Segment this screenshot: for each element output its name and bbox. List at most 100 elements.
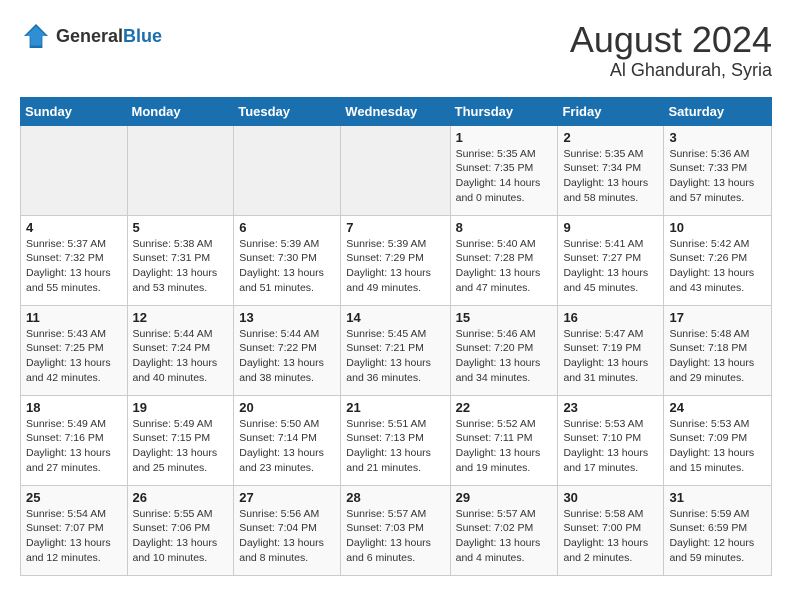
logo-text-general: General <box>56 26 123 46</box>
calendar-day-cell: 13 Sunrise: 5:44 AMSunset: 7:22 PMDayligh… <box>234 305 341 395</box>
day-detail: Sunrise: 5:47 AMSunset: 7:19 PMDaylight:… <box>563 327 658 386</box>
calendar-day-cell: 27Sunrise: 5:56 AMSunset: 7:04 PMDayligh… <box>234 485 341 575</box>
day-number: 12 <box>133 310 229 325</box>
day-number: 26 <box>133 490 229 505</box>
calendar-day-cell: 24 Sunrise: 5:53 AMSunset: 7:09 PMDayligh… <box>664 395 772 485</box>
day-number: 14 <box>346 310 444 325</box>
day-detail: Sunrise: 5:55 AMSunset: 7:06 PMDaylight:… <box>133 507 229 566</box>
calendar-day-cell: 31Sunrise: 5:59 AMSunset: 6:59 PMDayligh… <box>664 485 772 575</box>
calendar-week-row: 25 Sunrise: 5:54 AMSunset: 7:07 PMDayligh… <box>21 485 772 575</box>
main-title: August 2024 <box>570 20 772 60</box>
calendar-day-cell: 22 Sunrise: 5:52 AMSunset: 7:11 PMDayligh… <box>450 395 558 485</box>
title-block: August 2024 Al Ghandurah, Syria <box>570 20 772 81</box>
calendar-week-row: 1 Sunrise: 5:35 AMSunset: 7:35 PMDaylight… <box>21 125 772 215</box>
day-number: 20 <box>239 400 335 415</box>
calendar-day-cell: 20 Sunrise: 5:50 AMSunset: 7:14 PMDayligh… <box>234 395 341 485</box>
calendar-week-row: 18 Sunrise: 5:49 AMSunset: 7:16 PMDayligh… <box>21 395 772 485</box>
calendar-table: SundayMondayTuesdayWednesdayThursdayFrid… <box>20 97 772 576</box>
day-detail: Sunrise: 5:41 AMSunset: 7:27 PMDaylight:… <box>563 237 658 296</box>
calendar-header-cell: Sunday <box>21 97 128 125</box>
calendar-day-cell: 7 Sunrise: 5:39 AMSunset: 7:29 PMDaylight… <box>341 215 450 305</box>
day-number: 13 <box>239 310 335 325</box>
calendar-day-cell: 9 Sunrise: 5:41 AMSunset: 7:27 PMDaylight… <box>558 215 664 305</box>
day-detail: Sunrise: 5:46 AMSunset: 7:20 PMDaylight:… <box>456 327 553 386</box>
day-number: 30 <box>563 490 658 505</box>
day-number: 7 <box>346 220 444 235</box>
day-number: 24 <box>669 400 766 415</box>
calendar-day-cell <box>127 125 234 215</box>
day-number: 21 <box>346 400 444 415</box>
day-number: 15 <box>456 310 553 325</box>
calendar-day-cell: 5 Sunrise: 5:38 AMSunset: 7:31 PMDaylight… <box>127 215 234 305</box>
calendar-header-cell: Wednesday <box>341 97 450 125</box>
calendar-day-cell: 25 Sunrise: 5:54 AMSunset: 7:07 PMDayligh… <box>21 485 128 575</box>
calendar-header-cell: Thursday <box>450 97 558 125</box>
day-detail: Sunrise: 5:49 AMSunset: 7:16 PMDaylight:… <box>26 417 122 476</box>
calendar-day-cell: 6 Sunrise: 5:39 AMSunset: 7:30 PMDaylight… <box>234 215 341 305</box>
day-detail: Sunrise: 5:44 AMSunset: 7:24 PMDaylight:… <box>133 327 229 386</box>
day-detail: Sunrise: 5:39 AMSunset: 7:30 PMDaylight:… <box>239 237 335 296</box>
day-number: 11 <box>26 310 122 325</box>
calendar-day-cell <box>234 125 341 215</box>
day-detail: Sunrise: 5:36 AMSunset: 7:33 PMDaylight:… <box>669 147 766 206</box>
day-number: 16 <box>563 310 658 325</box>
day-detail: Sunrise: 5:40 AMSunset: 7:28 PMDaylight:… <box>456 237 553 296</box>
subtitle: Al Ghandurah, Syria <box>570 60 772 81</box>
logo: GeneralBlue <box>20 20 162 52</box>
calendar-header-cell: Friday <box>558 97 664 125</box>
day-detail: Sunrise: 5:35 AMSunset: 7:35 PMDaylight:… <box>456 147 553 206</box>
calendar-day-cell: 2 Sunrise: 5:35 AMSunset: 7:34 PMDaylight… <box>558 125 664 215</box>
calendar-day-cell: 30 Sunrise: 5:58 AMSunset: 7:00 PMDayligh… <box>558 485 664 575</box>
day-detail: Sunrise: 5:45 AMSunset: 7:21 PMDaylight:… <box>346 327 444 386</box>
logo-icon <box>20 20 52 52</box>
day-detail: Sunrise: 5:38 AMSunset: 7:31 PMDaylight:… <box>133 237 229 296</box>
calendar-day-cell: 29 Sunrise: 5:57 AMSunset: 7:02 PMDayligh… <box>450 485 558 575</box>
logo-text-blue: Blue <box>123 26 162 46</box>
day-detail: Sunrise: 5:42 AMSunset: 7:26 PMDaylight:… <box>669 237 766 296</box>
calendar-day-cell: 1 Sunrise: 5:35 AMSunset: 7:35 PMDaylight… <box>450 125 558 215</box>
day-number: 18 <box>26 400 122 415</box>
day-detail: Sunrise: 5:51 AMSunset: 7:13 PMDaylight:… <box>346 417 444 476</box>
day-number: 6 <box>239 220 335 235</box>
day-number: 3 <box>669 130 766 145</box>
calendar-day-cell: 28Sunrise: 5:57 AMSunset: 7:03 PMDayligh… <box>341 485 450 575</box>
calendar-day-cell: 4Sunrise: 5:37 AMSunset: 7:32 PMDaylight… <box>21 215 128 305</box>
day-detail: Sunrise: 5:43 AMSunset: 7:25 PMDaylight:… <box>26 327 122 386</box>
calendar-day-cell: 26 Sunrise: 5:55 AMSunset: 7:06 PMDayligh… <box>127 485 234 575</box>
calendar-header-cell: Monday <box>127 97 234 125</box>
day-number: 10 <box>669 220 766 235</box>
day-number: 23 <box>563 400 658 415</box>
day-number: 25 <box>26 490 122 505</box>
day-detail: Sunrise: 5:48 AMSunset: 7:18 PMDaylight:… <box>669 327 766 386</box>
calendar-day-cell: 17Sunrise: 5:48 AMSunset: 7:18 PMDayligh… <box>664 305 772 395</box>
calendar-header-cell: Tuesday <box>234 97 341 125</box>
day-number: 22 <box>456 400 553 415</box>
calendar-day-cell: 3 Sunrise: 5:36 AMSunset: 7:33 PMDaylight… <box>664 125 772 215</box>
day-detail: Sunrise: 5:39 AMSunset: 7:29 PMDaylight:… <box>346 237 444 296</box>
calendar-week-row: 4Sunrise: 5:37 AMSunset: 7:32 PMDaylight… <box>21 215 772 305</box>
calendar-day-cell: 15 Sunrise: 5:46 AMSunset: 7:20 PMDayligh… <box>450 305 558 395</box>
day-detail: Sunrise: 5:53 AMSunset: 7:10 PMDaylight:… <box>563 417 658 476</box>
day-number: 5 <box>133 220 229 235</box>
day-number: 29 <box>456 490 553 505</box>
day-detail: Sunrise: 5:57 AMSunset: 7:02 PMDaylight:… <box>456 507 553 566</box>
day-number: 8 <box>456 220 553 235</box>
day-detail: Sunrise: 5:58 AMSunset: 7:00 PMDaylight:… <box>563 507 658 566</box>
day-detail: Sunrise: 5:52 AMSunset: 7:11 PMDaylight:… <box>456 417 553 476</box>
day-number: 9 <box>563 220 658 235</box>
day-detail: Sunrise: 5:35 AMSunset: 7:34 PMDaylight:… <box>563 147 658 206</box>
day-number: 1 <box>456 130 553 145</box>
day-detail: Sunrise: 5:59 AMSunset: 6:59 PMDaylight:… <box>669 507 766 566</box>
day-detail: Sunrise: 5:53 AMSunset: 7:09 PMDaylight:… <box>669 417 766 476</box>
day-detail: Sunrise: 5:54 AMSunset: 7:07 PMDaylight:… <box>26 507 122 566</box>
day-detail: Sunrise: 5:50 AMSunset: 7:14 PMDaylight:… <box>239 417 335 476</box>
day-number: 2 <box>563 130 658 145</box>
day-detail: Sunrise: 5:44 AMSunset: 7:22 PMDaylight:… <box>239 327 335 386</box>
calendar-day-cell: 12 Sunrise: 5:44 AMSunset: 7:24 PMDayligh… <box>127 305 234 395</box>
calendar-day-cell: 11 Sunrise: 5:43 AMSunset: 7:25 PMDayligh… <box>21 305 128 395</box>
calendar-week-row: 11 Sunrise: 5:43 AMSunset: 7:25 PMDayligh… <box>21 305 772 395</box>
calendar-day-cell: 21 Sunrise: 5:51 AMSunset: 7:13 PMDayligh… <box>341 395 450 485</box>
page-header: GeneralBlue August 2024 Al Ghandurah, Sy… <box>20 20 772 81</box>
day-number: 4 <box>26 220 122 235</box>
calendar-day-cell: 19Sunrise: 5:49 AMSunset: 7:15 PMDayligh… <box>127 395 234 485</box>
